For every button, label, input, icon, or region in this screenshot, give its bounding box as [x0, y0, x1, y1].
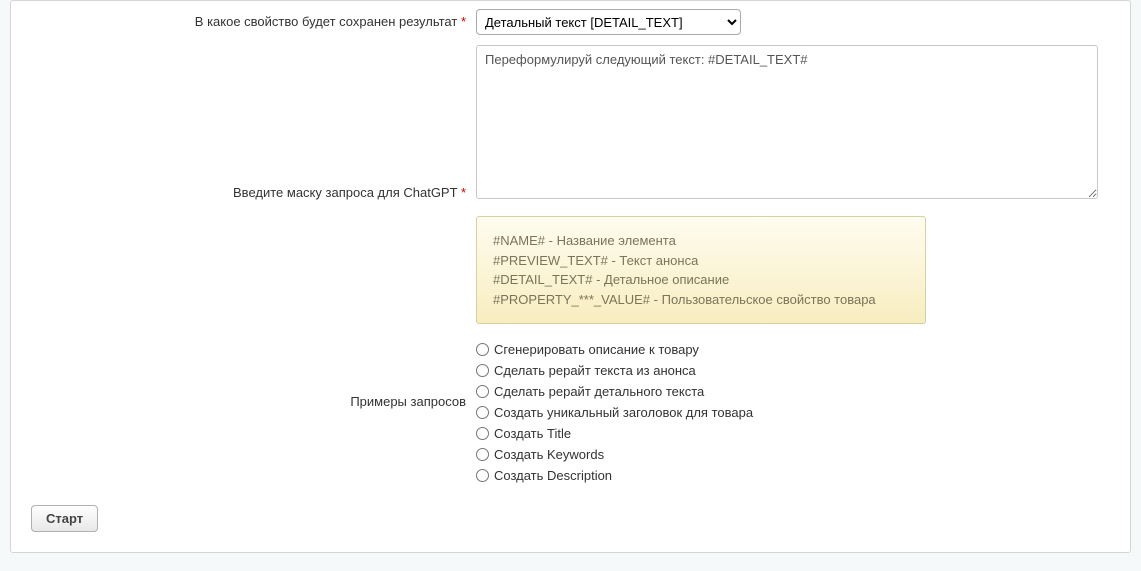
example-radio-6[interactable] — [476, 448, 489, 461]
hint-box: #NAME# - Название элемента #PREVIEW_TEXT… — [476, 216, 926, 324]
examples-label: Примеры запросов — [31, 334, 476, 409]
example-radio-label[interactable]: Создать Title — [494, 424, 571, 443]
example-radio-label[interactable]: Сделать рерайт текста из анонса — [494, 361, 696, 380]
property-select[interactable]: Детальный текст [DETAIL_TEXT] — [476, 9, 741, 35]
example-radio-label[interactable]: Создать уникальный заголовок для товара — [494, 403, 753, 422]
example-radio-3[interactable] — [476, 385, 489, 398]
mask-label: Введите маску запроса для ChatGPT * — [31, 45, 476, 200]
example-radio-label[interactable]: Создать Description — [494, 466, 612, 485]
start-button[interactable]: Старт — [31, 505, 98, 532]
example-radio-2[interactable] — [476, 364, 489, 377]
hint-line: #PREVIEW_TEXT# - Текст анонса — [493, 251, 909, 271]
example-radio-label[interactable]: Сделать рерайт детального текста — [494, 382, 704, 401]
example-radio-7[interactable] — [476, 469, 489, 482]
examples-radio-group: Сгенерировать описание к товару Сделать … — [476, 340, 1110, 485]
hint-line: #NAME# - Название элемента — [493, 231, 909, 251]
example-radio-label[interactable]: Создать Keywords — [494, 445, 604, 464]
hint-line: #DETAIL_TEXT# - Детальное описание — [493, 270, 909, 290]
property-label: В какое свойство будет сохранен результа… — [31, 9, 476, 29]
example-radio-label[interactable]: Сгенерировать описание к товару — [494, 340, 699, 359]
form-panel: В какое свойство будет сохранен результа… — [10, 0, 1131, 553]
hint-line: #PROPERTY_***_VALUE# - Пользовательское … — [493, 290, 909, 310]
example-radio-5[interactable] — [476, 427, 489, 440]
mask-textarea[interactable]: Переформулируй следующий текст: #DETAIL_… — [476, 45, 1098, 199]
example-radio-1[interactable] — [476, 343, 489, 356]
example-radio-4[interactable] — [476, 406, 489, 419]
